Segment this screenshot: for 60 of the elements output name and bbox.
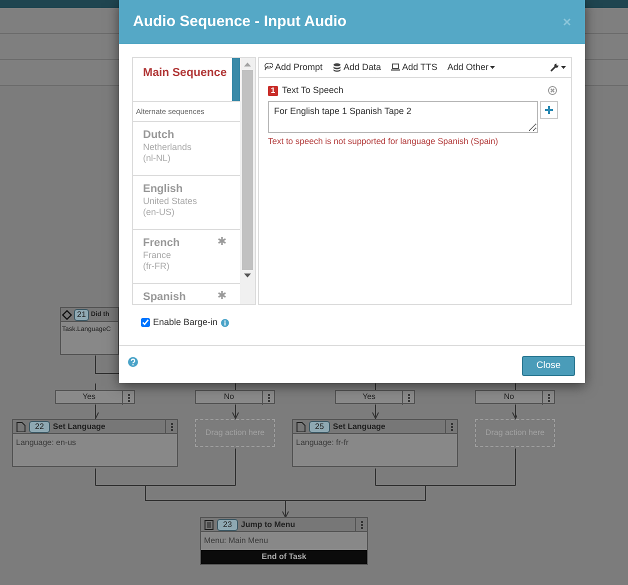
scrollbar[interactable] (240, 58, 255, 304)
add-button[interactable] (540, 100, 558, 118)
down-arrow-icon (244, 273, 252, 278)
database-icon (332, 63, 342, 72)
node-title: Set Language (332, 420, 386, 432)
node-title: Set Language (52, 420, 106, 432)
connector-line (94, 404, 98, 420)
flow-node[interactable]: 23 Jump to Menu Menu: Main Menu End of Task (200, 517, 368, 565)
connector-line (234, 382, 236, 390)
toolbar-button[interactable]: Add Data (332, 60, 382, 74)
list-icon (204, 520, 214, 530)
sequence-item[interactable]: Main Sequence (133, 58, 240, 102)
wrench-icon (550, 63, 559, 72)
node-detail: Language: fr-fr (295, 437, 350, 449)
step-number: 25 (309, 420, 330, 432)
step-number: 23 (217, 518, 238, 530)
branch-label[interactable]: Yes (335, 390, 415, 404)
node-detail: Menu: Main Menu (203, 535, 270, 547)
info-icon (220, 318, 229, 327)
diamond-icon (62, 310, 72, 320)
action-title: Text To Speech (282, 84, 344, 97)
connector-line (94, 382, 96, 390)
toolbar-button[interactable] (550, 63, 566, 72)
connector-line (232, 404, 238, 420)
step-number: 1 (268, 86, 278, 96)
speech-bubble-icon (264, 63, 273, 72)
document-icon (296, 422, 306, 432)
document-icon (16, 422, 26, 432)
remove-icon[interactable] (548, 86, 557, 96)
connector-line (94, 354, 120, 374)
step-number: 22 (29, 420, 50, 432)
close-button[interactable]: Close (522, 356, 575, 376)
up-arrow-icon (244, 62, 252, 67)
end-of-task-bar: End of Task (201, 550, 367, 564)
node-detail: Language: en-us (15, 437, 78, 449)
plus-icon (545, 106, 553, 114)
branch-label[interactable]: No (195, 390, 275, 404)
checkbox-label: Enable Barge-in (153, 316, 218, 329)
laptop-icon (391, 63, 400, 72)
toolbar-button[interactable]: Add Other (447, 60, 496, 74)
branch-label[interactable]: Yes (55, 390, 135, 404)
connector-line (374, 382, 376, 390)
step-number: 21 (74, 308, 89, 320)
toolbar-button[interactable]: Add Prompt (264, 60, 323, 74)
flow-node[interactable]: 25 Set Language Language: fr-fr (292, 419, 458, 467)
caret-icon (490, 66, 496, 69)
flow-node[interactable]: 22 Set Language Language: en-us (12, 419, 178, 467)
toolbar-button[interactable]: Add TTS (391, 60, 438, 74)
dialog-title: Audio Sequence - Input Audio (133, 12, 347, 32)
error-message: Text to speech is not supported for language Spanish (Spain) (268, 134, 500, 148)
branch-label[interactable]: No (475, 390, 555, 404)
connector-line (512, 404, 516, 420)
barge-in-checkbox[interactable] (141, 318, 150, 328)
connector-line (514, 382, 516, 390)
caret-icon (561, 66, 566, 69)
help-icon[interactable] (128, 357, 138, 367)
node-title: Jump to Menu (240, 518, 296, 530)
scrollbar-thumb[interactable] (242, 70, 254, 270)
text-to-speech-field[interactable]: For English tape 1 Spanish Tape 2 (268, 100, 538, 132)
connector-line (372, 404, 378, 420)
